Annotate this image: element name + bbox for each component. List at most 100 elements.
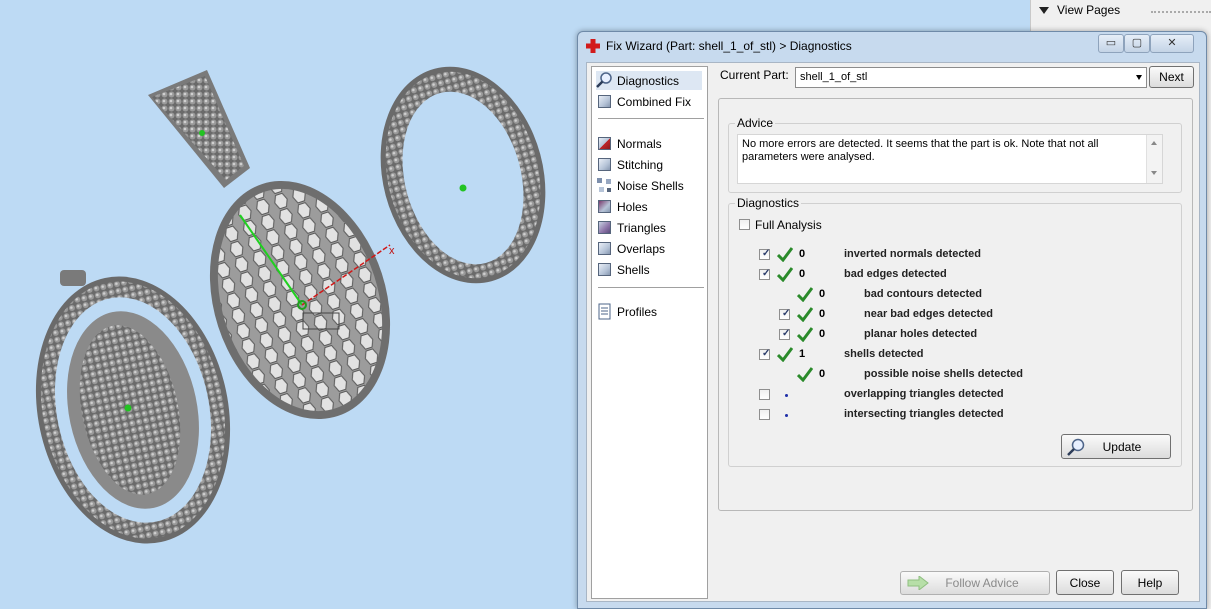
normals-cube-icon (596, 135, 613, 152)
noise-shells-icon (596, 177, 613, 194)
diagnostics-title: Diagnostics (735, 196, 802, 210)
row-checkbox-planar-holes[interactable]: ✓ (779, 328, 790, 340)
help-label: Help (1137, 575, 1163, 590)
row-count: 0 (799, 268, 806, 280)
close-label: Close (1069, 575, 1101, 590)
row-label: planar holes detected (864, 328, 978, 340)
nav-separator (598, 287, 704, 288)
dialog-client: Diagnostics Combined Fix Normals Stitchi… (586, 62, 1200, 602)
nav-item-noise-shells[interactable]: Noise Shells (596, 176, 702, 195)
arrow-right-icon (907, 576, 929, 590)
fix-wizard-dialog: Fix Wizard (Part: shell_1_of_stl) > Diag… (577, 31, 1207, 609)
nav-separator (598, 118, 704, 119)
row-checkbox-bad-edges[interactable]: ✓ (759, 268, 770, 280)
close-button[interactable]: Close (1056, 570, 1114, 595)
help-button[interactable]: Help (1121, 570, 1179, 595)
follow-advice-button[interactable]: Follow Advice (900, 571, 1050, 595)
dialog-title: Fix Wizard (Part: shell_1_of_stl) > Diag… (606, 39, 852, 53)
advice-textbox[interactable]: No more errors are detected. It seems th… (737, 134, 1163, 184)
row-count: 0 (819, 308, 826, 320)
minimize-icon: ▭ (1105, 37, 1117, 49)
document-icon (596, 303, 613, 320)
view-pages-label: View Pages (1057, 3, 1121, 17)
nav-item-triangles[interactable]: Triangles (596, 218, 702, 237)
oval-ring-part (380, 66, 546, 284)
row-count: 1 (799, 348, 806, 360)
row-label: near bad edges detected (864, 308, 993, 320)
nav-item-label: Stitching (617, 157, 664, 172)
row-checkbox-inverted-normals[interactable]: ✓ (759, 248, 770, 260)
next-label: Next (1159, 70, 1184, 84)
nav-item-label: Combined Fix (617, 94, 692, 109)
row-count: 0 (819, 288, 826, 300)
dialog-titlebar[interactable]: Fix Wizard (Part: shell_1_of_stl) > Diag… (578, 32, 1206, 60)
magnifier-icon (596, 72, 613, 89)
follow-advice-label: Follow Advice (945, 576, 1019, 590)
advice-text: No more errors are detected. It seems th… (742, 138, 1099, 163)
row-checkbox-overlapping-triangles[interactable] (759, 389, 770, 400)
nav-item-overlaps[interactable]: Overlaps (596, 239, 702, 258)
nav-item-shells[interactable]: Shells (596, 260, 702, 279)
update-label: Update (1102, 439, 1142, 454)
bail-part (148, 70, 250, 188)
check-icon (797, 327, 813, 342)
check-icon (777, 347, 793, 362)
row-label: shells detected (844, 348, 924, 360)
nav-item-diagnostics[interactable]: Diagnostics (596, 71, 702, 90)
nav-item-holes[interactable]: Holes (596, 197, 702, 216)
row-label: inverted normals detected (844, 248, 981, 260)
nav-item-label: Overlaps (617, 241, 666, 256)
check-icon (797, 307, 813, 322)
nav-item-stitching[interactable]: Stitching (596, 155, 702, 174)
red-cross-icon (586, 39, 600, 53)
maximize-icon: ▢ (1131, 37, 1143, 49)
close-icon: ✕ (1167, 37, 1177, 49)
row-count: 0 (799, 248, 806, 260)
panel-grip (1151, 11, 1211, 13)
row-checkbox-intersecting-triangles[interactable] (759, 409, 770, 420)
axis-x-label: x (389, 245, 395, 257)
advice-group: Advice No more errors are detected. It s… (728, 116, 1182, 193)
row-checkbox-shells[interactable]: ✓ (759, 348, 770, 360)
check-icon (777, 267, 793, 282)
row-checkbox-near-bad-edges[interactable]: ✓ (779, 308, 790, 320)
row-label: bad contours detected (864, 288, 982, 300)
update-button[interactable]: Update (1061, 434, 1171, 459)
full-analysis-checkbox[interactable] (739, 219, 750, 230)
diagnostics-group: Diagnostics Full Analysis ✓ 0 inverted n… (728, 196, 1182, 467)
view-pages-header[interactable]: View Pages (1039, 3, 1120, 17)
nav-item-label: Normals (617, 136, 662, 151)
current-part-value: shell_1_of_stl (800, 71, 868, 83)
nav-item-combined-fix[interactable]: Combined Fix (596, 92, 702, 111)
holes-cube-icon (596, 198, 613, 215)
chevron-down-icon (1136, 75, 1142, 80)
next-button[interactable]: Next (1149, 66, 1194, 88)
overlaps-cube-icon (596, 240, 613, 257)
row-count: 0 (819, 368, 826, 380)
advice-scrollbar[interactable] (1146, 135, 1162, 183)
close-window-button[interactable]: ✕ (1150, 34, 1194, 53)
check-icon (797, 287, 813, 302)
full-analysis-label: Full Analysis (755, 218, 822, 232)
scroll-down-icon[interactable] (1151, 171, 1157, 175)
current-part-select[interactable]: shell_1_of_stl (795, 67, 1147, 88)
check-icon (797, 367, 813, 382)
row-label: bad edges detected (844, 268, 947, 280)
nav-item-profiles[interactable]: Profiles (596, 302, 702, 321)
diagnostics-panel: Advice No more errors are detected. It s… (718, 98, 1193, 511)
maximize-button[interactable]: ▢ (1124, 34, 1150, 53)
row-label: possible noise shells detected (864, 368, 1023, 380)
triangles-cube-icon (596, 219, 613, 236)
shells-cube-icon (596, 261, 613, 278)
nav-item-normals[interactable]: Normals (596, 134, 702, 153)
nav-item-label: Holes (617, 199, 648, 214)
collapse-triangle-icon[interactable] (1039, 6, 1049, 14)
minimize-button[interactable]: ▭ (1098, 34, 1124, 53)
check-icon (777, 247, 793, 262)
current-part-label: Current Part: (720, 68, 789, 82)
row-count: 0 (819, 328, 826, 340)
nav-item-label: Diagnostics (617, 73, 680, 88)
scroll-up-icon[interactable] (1151, 141, 1157, 145)
row-label: overlapping triangles detected (844, 388, 1004, 400)
advice-title: Advice (735, 116, 776, 130)
